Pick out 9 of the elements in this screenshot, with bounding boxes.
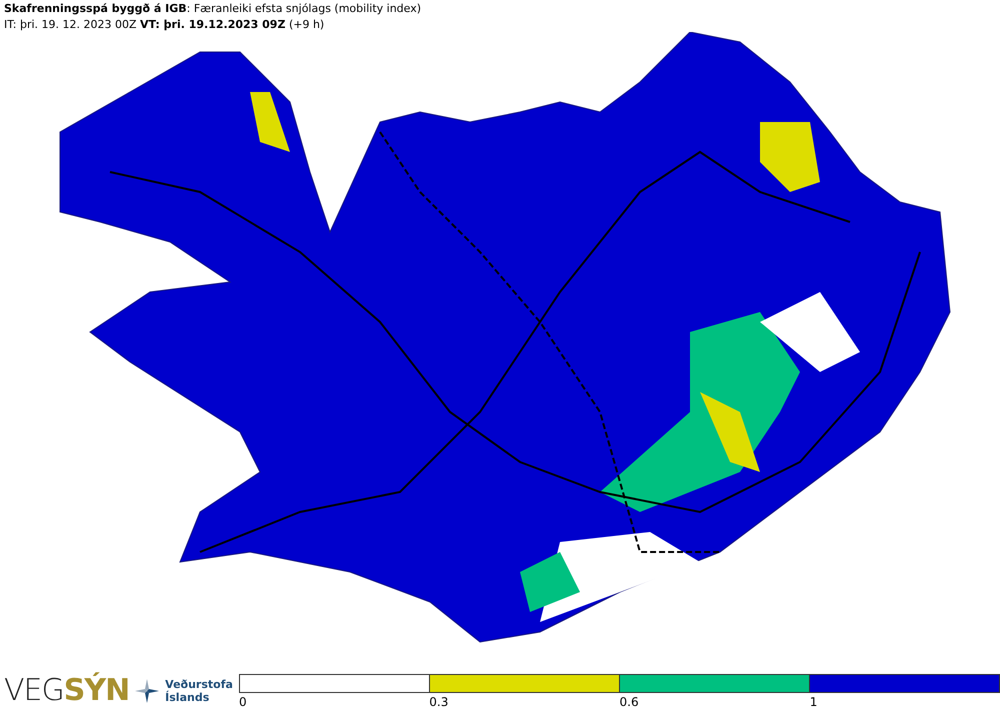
forecast-time: IT: þri. 19. 12. 2023 00Z VT: þri. 19.12.2023 09Z (+9 h): [4, 18, 326, 32]
institute-name: Íslands: [165, 691, 210, 704]
compass-star-icon: [135, 679, 160, 703]
institute-name: Veðurstofa: [165, 678, 233, 691]
scale-tick-label: 1: [810, 695, 818, 709]
scale-tick-label: 0.3: [429, 695, 448, 709]
scale-tick-label: 0.6: [620, 695, 639, 709]
scale-tick-label: 0: [239, 695, 247, 709]
map-title: Skafrenningsspá byggð á IGB: Færanleiki efsta snjólags (mobility index): [4, 2, 422, 16]
